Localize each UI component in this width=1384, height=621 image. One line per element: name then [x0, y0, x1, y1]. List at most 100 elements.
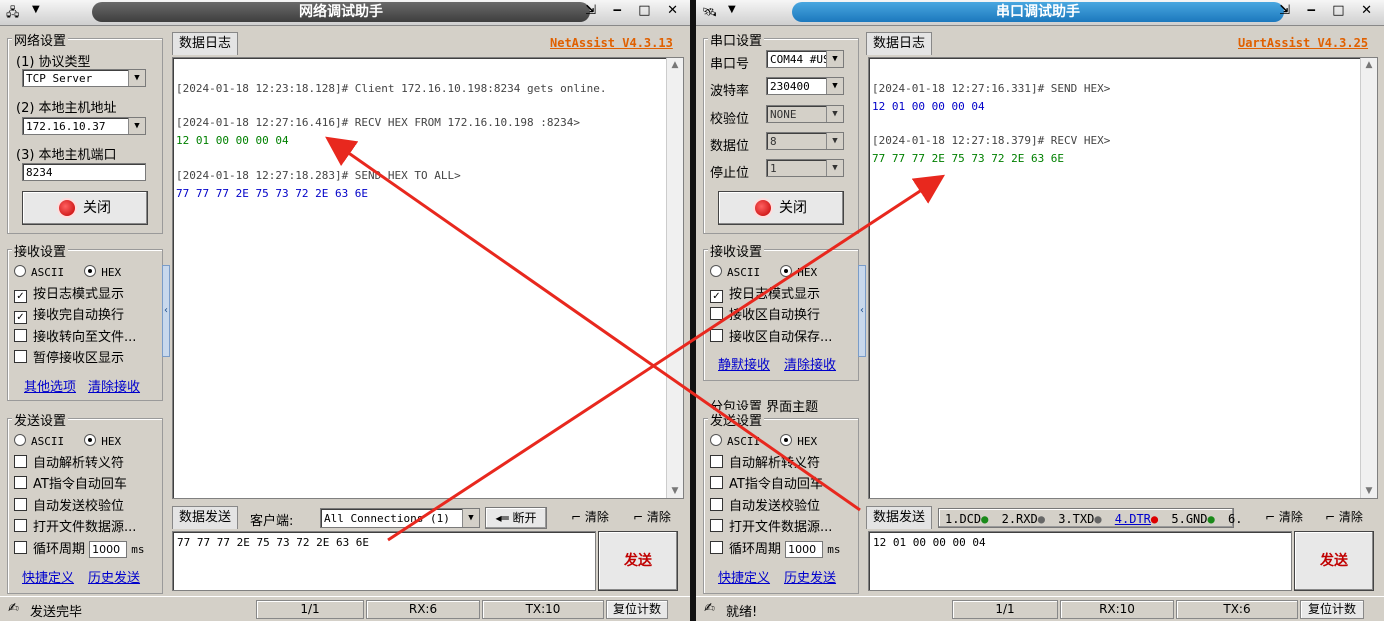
- app-menu-icon[interactable]: 🛰: [702, 4, 724, 20]
- period-input[interactable]: 1000: [785, 541, 824, 558]
- signal-rxd[interactable]: 2.RXD●: [1002, 512, 1045, 526]
- at-cr-checkbox[interactable]: AT指令自动回车: [710, 476, 823, 494]
- close-port-button[interactable]: 关闭: [718, 191, 844, 225]
- recv-ascii-radio[interactable]: ASCII: [14, 265, 64, 280]
- other-options-link[interactable]: 其他选项: [24, 376, 76, 395]
- history-send-link[interactable]: 历史发送: [784, 567, 836, 586]
- log-line: [2024-01-18 12:23:18.128]# Client 172.16…: [176, 82, 607, 95]
- recv-to-file-checkbox[interactable]: 接收转向至文件...: [14, 329, 136, 347]
- group-title: 发送设置: [708, 410, 765, 429]
- parity-select[interactable]: NONE ▼: [766, 105, 844, 123]
- version-label[interactable]: UartAssist V4.3.25: [1238, 36, 1368, 50]
- protocol-select[interactable]: TCP Server ▼: [22, 69, 146, 87]
- tab-data-send[interactable]: 数据发送: [866, 506, 933, 529]
- recv-hex-radio[interactable]: HEX: [780, 265, 817, 280]
- reset-count-button[interactable]: 复位计数: [606, 600, 668, 619]
- signal-gnd[interactable]: 5.GND●: [1171, 512, 1214, 526]
- log-area[interactable]: [2024-01-18 12:23:18.128]# Client 172.16…: [172, 57, 684, 499]
- recv-ascii-radio[interactable]: ASCII: [710, 265, 760, 280]
- stopbits-select[interactable]: 1 ▼: [766, 159, 844, 177]
- dropdown-arrow-icon[interactable]: ▼: [128, 118, 145, 134]
- tab-data-log[interactable]: 数据日志: [866, 32, 933, 55]
- file-source-checkbox[interactable]: 打开文件数据源...: [710, 519, 832, 537]
- loop-checkbox[interactable]: 循环周期: [710, 541, 781, 557]
- checksum-checkbox[interactable]: 自动发送校验位: [710, 498, 820, 516]
- log-scrollbar[interactable]: ▲ ▼: [666, 58, 683, 498]
- port-input[interactable]: 8234: [22, 163, 146, 181]
- panel-splitter[interactable]: ‹: [162, 265, 170, 357]
- recv-hex-radio[interactable]: HEX: [84, 265, 121, 280]
- period-input[interactable]: 1000: [89, 541, 128, 558]
- log-data: 77 77 77 2E 75 73 72 2E 63 6E: [176, 187, 369, 200]
- databits-select[interactable]: 8 ▼: [766, 132, 844, 150]
- version-label[interactable]: NetAssist V4.3.13: [550, 36, 673, 50]
- auto-newline-checkbox[interactable]: 接收区自动换行: [710, 307, 820, 325]
- dropdown-arrow-icon: ▼: [826, 160, 843, 176]
- tx-counter: TX:6: [1176, 600, 1298, 619]
- baud-select[interactable]: 230400 ▼: [766, 77, 844, 95]
- file-source-checkbox[interactable]: 打开文件数据源...: [14, 519, 136, 537]
- log-mode-checkbox[interactable]: ✓ 按日志模式显示: [710, 286, 820, 304]
- shortcut-define-link[interactable]: 快捷定义: [22, 567, 74, 586]
- parity-label: 校验位: [710, 112, 750, 127]
- chevron-down-icon[interactable]: ▼: [728, 4, 736, 15]
- client-select[interactable]: All Connections (1) ▼: [320, 508, 480, 528]
- log-mode-checkbox[interactable]: ✓ 按日志模式显示: [14, 286, 124, 304]
- dropdown-arrow-icon[interactable]: ▼: [462, 509, 479, 527]
- dropdown-arrow-icon[interactable]: ▼: [128, 70, 145, 86]
- disconnect-button[interactable]: ◂═ 断开: [485, 507, 547, 529]
- loop-checkbox[interactable]: 循环周期: [14, 541, 85, 557]
- status-led-icon: [755, 200, 771, 216]
- escape-checkbox[interactable]: 自动解析转义符: [710, 455, 820, 473]
- clear-send-button[interactable]: ⌐ 清除: [1256, 507, 1312, 527]
- escape-checkbox[interactable]: 自动解析转义符: [14, 455, 124, 473]
- send-format-row: ASCII HEX: [14, 433, 121, 451]
- clear-recv-link[interactable]: 清除接收: [88, 376, 140, 395]
- title-bar: 🖧 ▼ 网络调试助手 ⇲ ‒ □ ✕: [0, 0, 690, 26]
- signal-dcd[interactable]: 1.DCD●: [945, 512, 988, 526]
- close-connection-button[interactable]: 关闭: [22, 191, 148, 225]
- send-ascii-radio[interactable]: ASCII: [710, 434, 760, 449]
- signal-txd[interactable]: 3.TXD●: [1058, 512, 1101, 526]
- panel-splitter[interactable]: ‹: [858, 265, 866, 357]
- port-select[interactable]: COM44 #US ▼: [766, 50, 844, 68]
- send-ascii-radio[interactable]: ASCII: [14, 434, 64, 449]
- tab-data-send[interactable]: 数据发送: [172, 506, 239, 529]
- send-button[interactable]: 发送: [1294, 531, 1374, 591]
- signal-dtr[interactable]: 4.DTR: [1115, 512, 1151, 526]
- auto-save-checkbox[interactable]: 接收区自动保存...: [710, 329, 832, 347]
- host-select[interactable]: 172.16.10.37 ▼: [22, 117, 146, 135]
- at-cr-checkbox[interactable]: AT指令自动回车: [14, 476, 127, 494]
- send-format-row: ASCII HEX: [710, 433, 817, 451]
- log-area[interactable]: [2024-01-18 12:27:16.331]# SEND HEX> 12 …: [868, 57, 1378, 499]
- log-scrollbar[interactable]: ▲ ▼: [1360, 58, 1377, 498]
- send-input[interactable]: 12 01 00 00 00 04: [868, 531, 1292, 591]
- silent-recv-link[interactable]: 静默接收: [718, 354, 770, 373]
- clear-recv-link[interactable]: 清除接收: [784, 354, 836, 373]
- client-value: All Connections (1): [324, 512, 450, 525]
- pause-display-checkbox[interactable]: 暂停接收区显示: [14, 350, 124, 368]
- group-title: 发送设置: [12, 410, 69, 429]
- protocol-value: TCP Server: [26, 72, 93, 85]
- clear-icon: ⌐: [1265, 510, 1279, 524]
- shortcut-define-link[interactable]: 快捷定义: [718, 567, 770, 586]
- send-input[interactable]: 77 77 77 2E 75 73 72 2E 63 6E: [172, 531, 596, 591]
- client-label: 客户端:: [250, 514, 294, 529]
- auto-newline-checkbox[interactable]: ✓ 接收完自动换行: [14, 307, 124, 325]
- history-send-link[interactable]: 历史发送: [88, 567, 140, 586]
- app-menu-icon[interactable]: 🖧: [6, 4, 28, 20]
- send-hex-radio[interactable]: HEX: [780, 434, 817, 449]
- status-text: 发送完毕: [30, 605, 83, 620]
- window-controls[interactable]: ⇲ ‒ □ ✕: [1279, 3, 1378, 21]
- reset-count-button[interactable]: 复位计数: [1300, 600, 1364, 619]
- clear-send-button[interactable]: ⌐ 清除: [562, 507, 618, 527]
- clear-recv-button[interactable]: ⌐ 清除: [624, 507, 680, 527]
- tab-data-log[interactable]: 数据日志: [172, 32, 239, 55]
- signal-6[interactable]: 6.: [1228, 512, 1242, 526]
- checksum-checkbox[interactable]: 自动发送校验位: [14, 498, 124, 516]
- window-controls[interactable]: ⇲ ‒ □ ✕: [585, 3, 684, 21]
- send-button[interactable]: 发送: [598, 531, 678, 591]
- chevron-down-icon[interactable]: ▼: [32, 4, 40, 15]
- clear-recv-button[interactable]: ⌐ 清除: [1316, 507, 1372, 527]
- send-hex-radio[interactable]: HEX: [84, 434, 121, 449]
